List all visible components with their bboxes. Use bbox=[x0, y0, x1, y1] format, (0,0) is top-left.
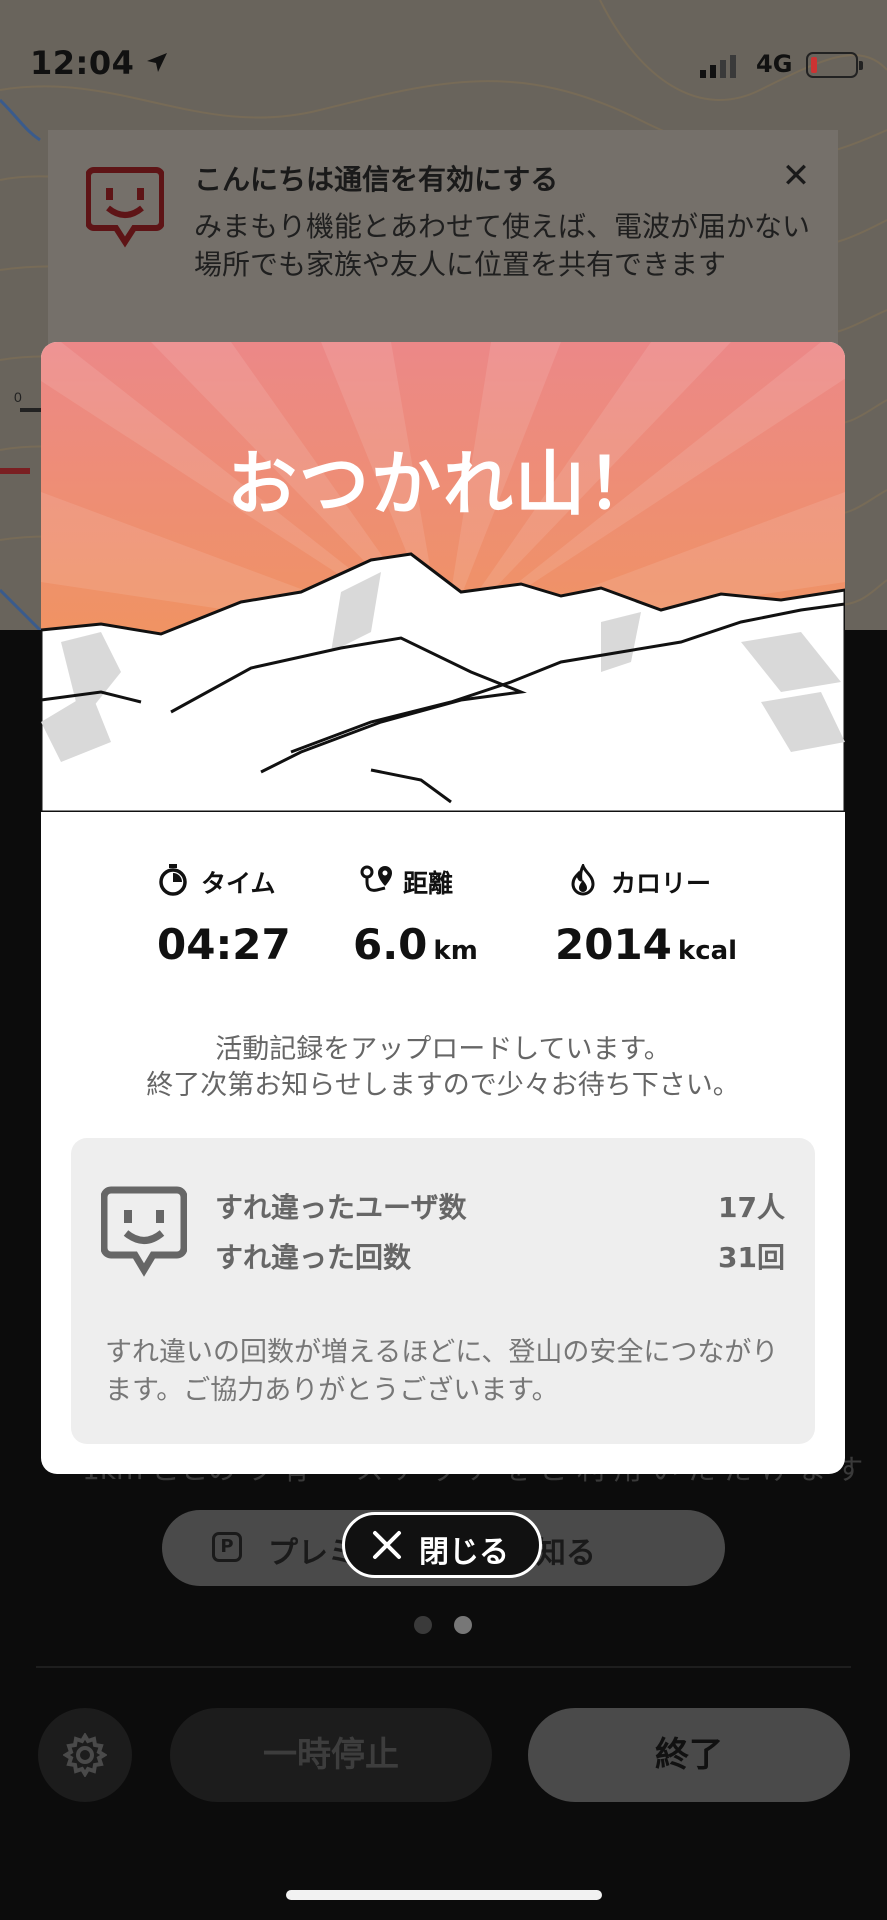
row-label: すれ違った回数 bbox=[215, 1241, 412, 1274]
chat-face-icon bbox=[101, 1186, 187, 1277]
stopwatch-icon bbox=[159, 864, 187, 896]
home-indicator bbox=[286, 1890, 602, 1900]
upload-message: 活動記録をアップロードしています。 終了次第お知らせしますので少々お待ち下さい。 bbox=[41, 1032, 845, 1104]
page-indicator bbox=[414, 1616, 494, 1636]
pause-button[interactable]: 一時停止 bbox=[170, 1708, 492, 1802]
status-time: 12:04 bbox=[30, 44, 135, 82]
notification-title: こんにちは通信を有効にする bbox=[194, 163, 559, 196]
stats-row: タイム 04:27 距離 6.0 km カロリー 2014 kcal bbox=[41, 862, 845, 982]
end-button[interactable]: 終了 bbox=[528, 1708, 850, 1802]
stat-value: 04:27 bbox=[157, 920, 291, 969]
battery-icon bbox=[806, 52, 863, 78]
upload-line-1: 活動記録をアップロードしています。 bbox=[215, 1034, 671, 1065]
route-pin-icon bbox=[360, 865, 392, 892]
settings-button[interactable] bbox=[38, 1708, 132, 1802]
close-icon[interactable]: ✕ bbox=[776, 156, 816, 196]
divider bbox=[36, 1666, 851, 1668]
surechigai-users-row: すれ違ったユーザ数 17人 bbox=[215, 1186, 785, 1226]
stat-label: 距離 bbox=[403, 869, 454, 898]
close-icon bbox=[373, 1531, 401, 1559]
mountain-illustration bbox=[41, 342, 845, 812]
surechigai-card: すれ違ったユーザ数 17人 すれ違った回数 31回 すれ違いの回数が増えるほどに… bbox=[71, 1138, 815, 1444]
stat-label: タイム bbox=[201, 869, 276, 898]
network-type: 4G bbox=[756, 50, 793, 78]
svg-text:0: 0 bbox=[14, 389, 22, 405]
upload-line-2: 終了次第お知らせしますので少々お待ち下さい。 bbox=[146, 1070, 740, 1101]
stat-value: 2014 bbox=[555, 920, 672, 969]
stat-unit: kcal bbox=[677, 936, 738, 966]
flame-icon bbox=[571, 864, 595, 896]
status-bar: 12:04 4G bbox=[0, 0, 887, 128]
premium-icon: P bbox=[212, 1532, 242, 1562]
stat-value: 6.0 bbox=[353, 920, 428, 969]
close-label: 閉じる bbox=[419, 1535, 509, 1570]
completion-modal: おつかれ山！ タイム 04:27 距離 6.0 km カロリー 2014 kca… bbox=[41, 342, 845, 1474]
stat-label: カロリー bbox=[611, 869, 712, 898]
surechigai-count-row: すれ違った回数 31回 bbox=[215, 1236, 785, 1276]
row-value: 17人 bbox=[718, 1191, 785, 1224]
stat-unit: km bbox=[433, 936, 478, 966]
surechigai-note: すれ違いの回数が増えるほどに、登山の安全につながります。ご協力ありがとうございま… bbox=[105, 1337, 779, 1406]
modal-title: おつかれ山！ bbox=[227, 443, 659, 525]
page-dot bbox=[454, 1616, 472, 1634]
chat-face-icon bbox=[86, 167, 164, 248]
location-arrow-icon bbox=[147, 53, 167, 72]
gear-icon bbox=[63, 1733, 107, 1777]
row-label: すれ違ったユーザ数 bbox=[215, 1191, 467, 1224]
notification-card[interactable]: こんにちは通信を有効にする ✕ みまもり機能とあわせて使えば、電波が届かない場所… bbox=[48, 130, 838, 350]
signal-icon bbox=[700, 55, 736, 78]
close-button[interactable]: 閉じる bbox=[342, 1512, 542, 1578]
row-value: 31回 bbox=[718, 1241, 785, 1274]
notification-body: みまもり機能とあわせて使えば、電波が届かない場所でも家族や友人に位置を共有できま… bbox=[194, 210, 811, 281]
page-dot bbox=[414, 1616, 432, 1634]
